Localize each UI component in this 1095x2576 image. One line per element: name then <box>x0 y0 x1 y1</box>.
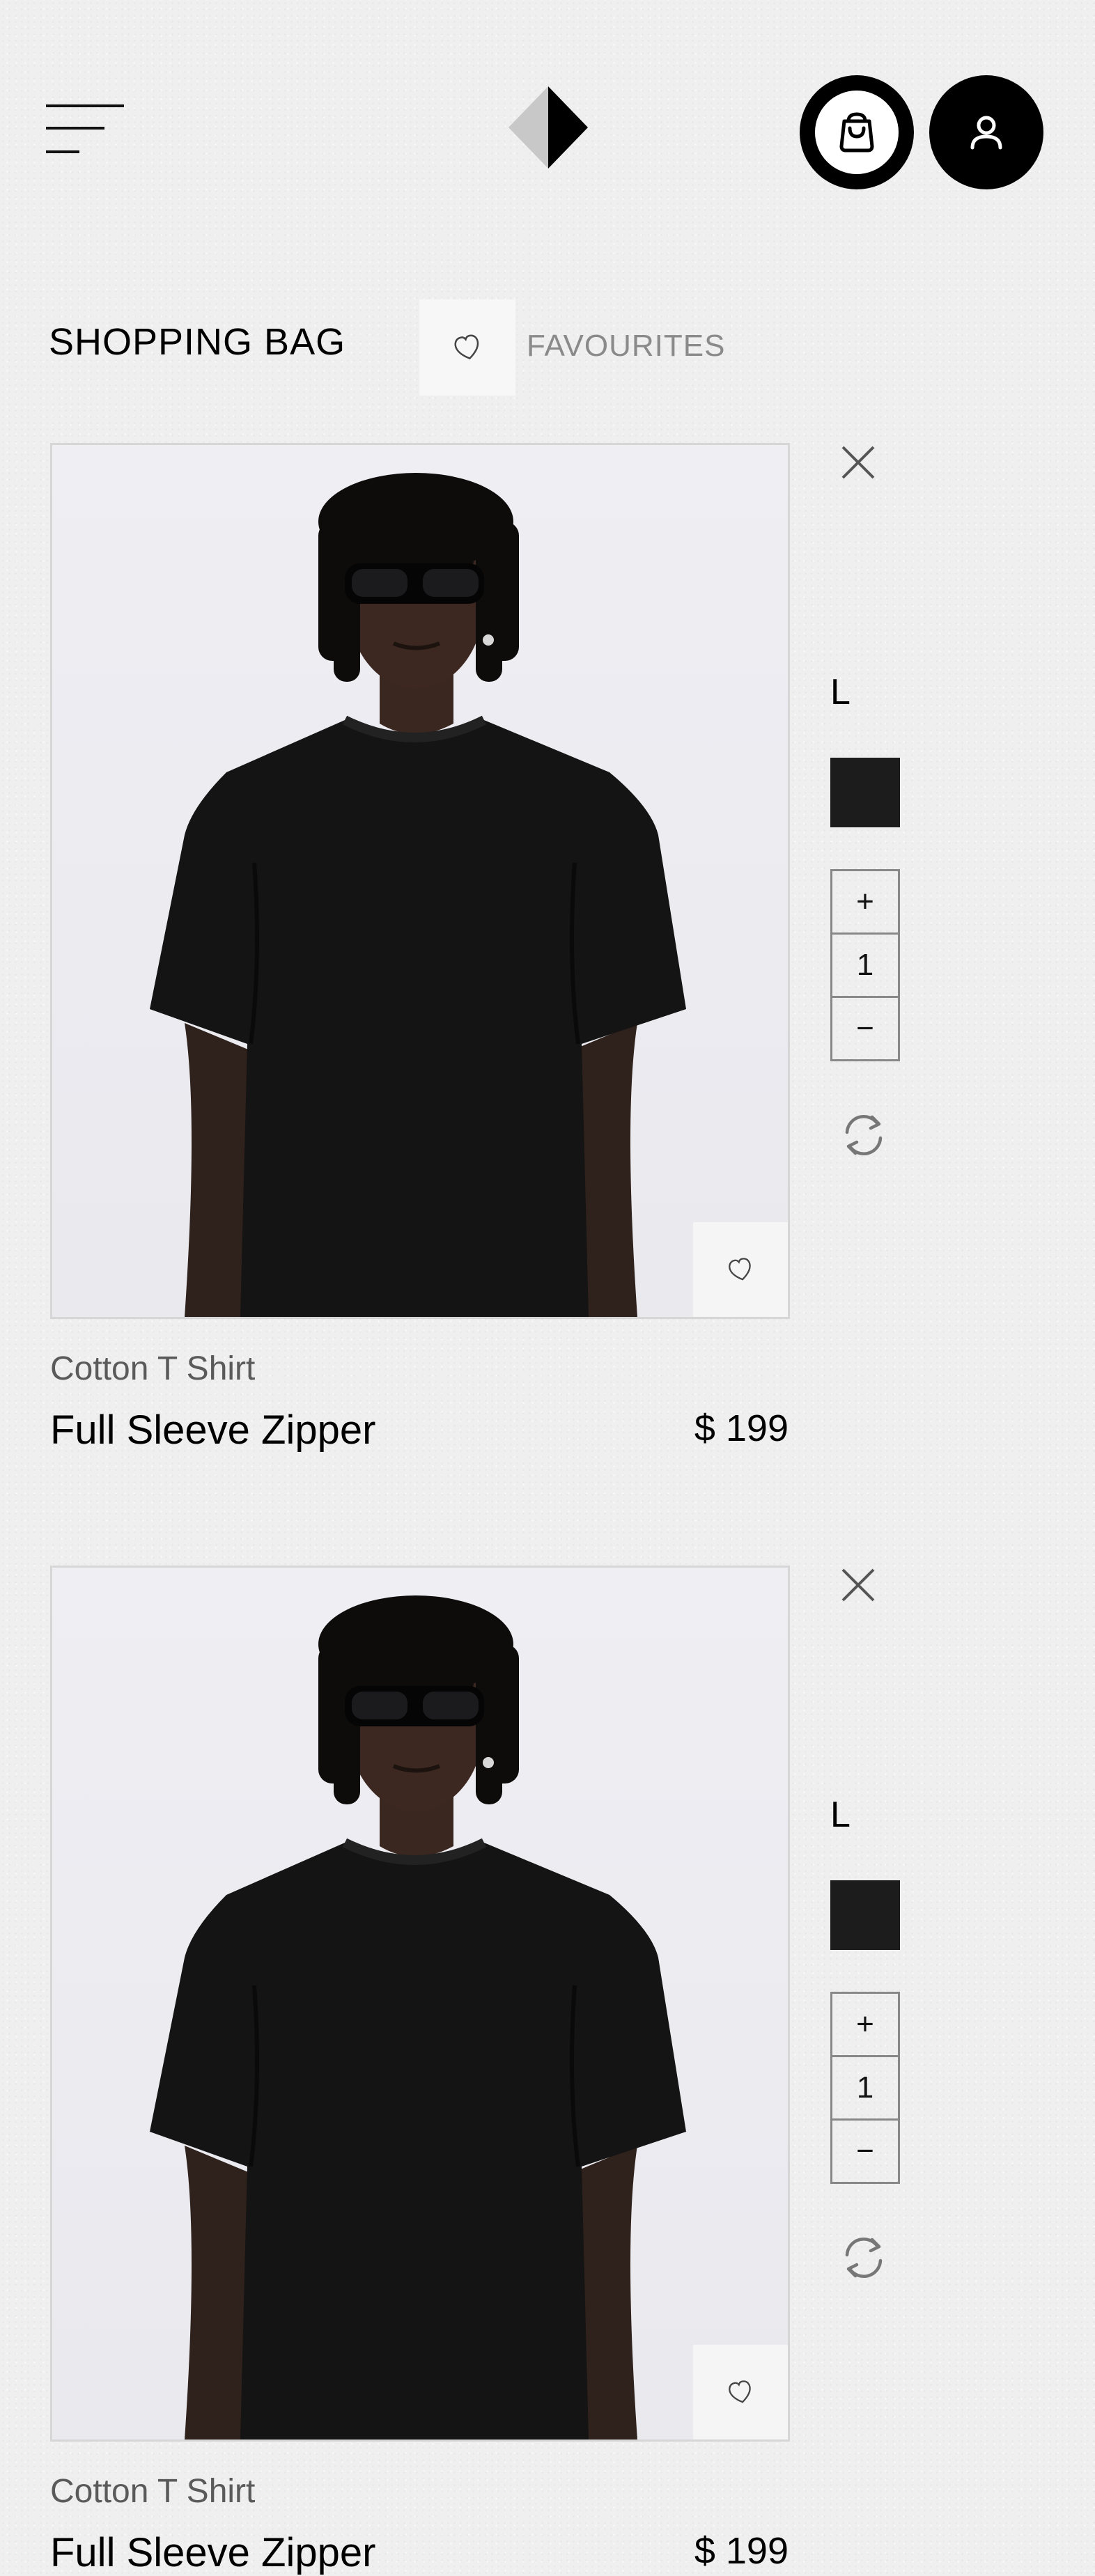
quantity-value: 1 <box>832 935 898 998</box>
add-to-favourites-button[interactable] <box>693 2345 788 2440</box>
favourites-tab-icon-button[interactable] <box>419 299 515 396</box>
close-icon <box>841 1568 875 1602</box>
diamond-logo-icon <box>508 86 588 169</box>
heart-icon <box>454 334 479 360</box>
product-subtitle: Cotton T Shirt <box>50 2473 256 2510</box>
product-title[interactable]: Full Sleeve Zipper <box>50 2529 375 2576</box>
remove-item-button[interactable] <box>839 1566 878 1605</box>
size-label[interactable]: L <box>830 1794 851 1836</box>
decrease-quantity-button[interactable]: − <box>832 998 898 1059</box>
product-image[interactable] <box>50 443 790 1319</box>
increase-quantity-button[interactable]: + <box>832 1994 898 2057</box>
refresh-icon <box>845 2237 883 2279</box>
heart-icon <box>729 1258 751 1281</box>
tab-shopping-bag[interactable]: SHOPPING BAG <box>49 320 345 364</box>
product-title[interactable]: Full Sleeve Zipper <box>50 1407 375 1453</box>
quantity-stepper: + 1 − <box>830 869 900 1061</box>
quantity-stepper: + 1 − <box>830 1992 900 2184</box>
heart-icon <box>729 2380 751 2403</box>
product-price: $ 199 <box>694 2530 789 2572</box>
quantity-value: 1 <box>832 2057 898 2121</box>
decrease-quantity-button[interactable]: − <box>832 2121 898 2182</box>
exchange-item-button[interactable] <box>837 2231 890 2284</box>
shopping-bag-button[interactable] <box>800 75 914 189</box>
close-icon <box>841 446 875 479</box>
exchange-item-button[interactable] <box>837 1109 890 1162</box>
hamburger-menu-icon <box>46 104 124 153</box>
user-icon <box>970 116 1002 150</box>
brand-logo[interactable] <box>507 85 589 170</box>
shopping-bag-icon <box>839 112 874 153</box>
product-model-photo <box>52 1568 788 2440</box>
product-image[interactable] <box>50 1566 790 2442</box>
tab-favourites[interactable]: FAVOURITES <box>527 329 725 364</box>
refresh-icon <box>845 1114 883 1156</box>
size-label[interactable]: L <box>830 671 851 713</box>
product-subtitle: Cotton T Shirt <box>50 1350 256 1387</box>
remove-item-button[interactable] <box>839 443 878 482</box>
color-swatch[interactable] <box>830 758 900 827</box>
product-price: $ 199 <box>694 1407 789 1449</box>
increase-quantity-button[interactable]: + <box>832 871 898 935</box>
add-to-favourites-button[interactable] <box>693 1222 788 1317</box>
color-swatch[interactable] <box>830 1880 900 1950</box>
product-model-photo <box>52 445 788 1317</box>
user-account-button[interactable] <box>929 75 1043 189</box>
menu-button[interactable] <box>46 103 127 156</box>
